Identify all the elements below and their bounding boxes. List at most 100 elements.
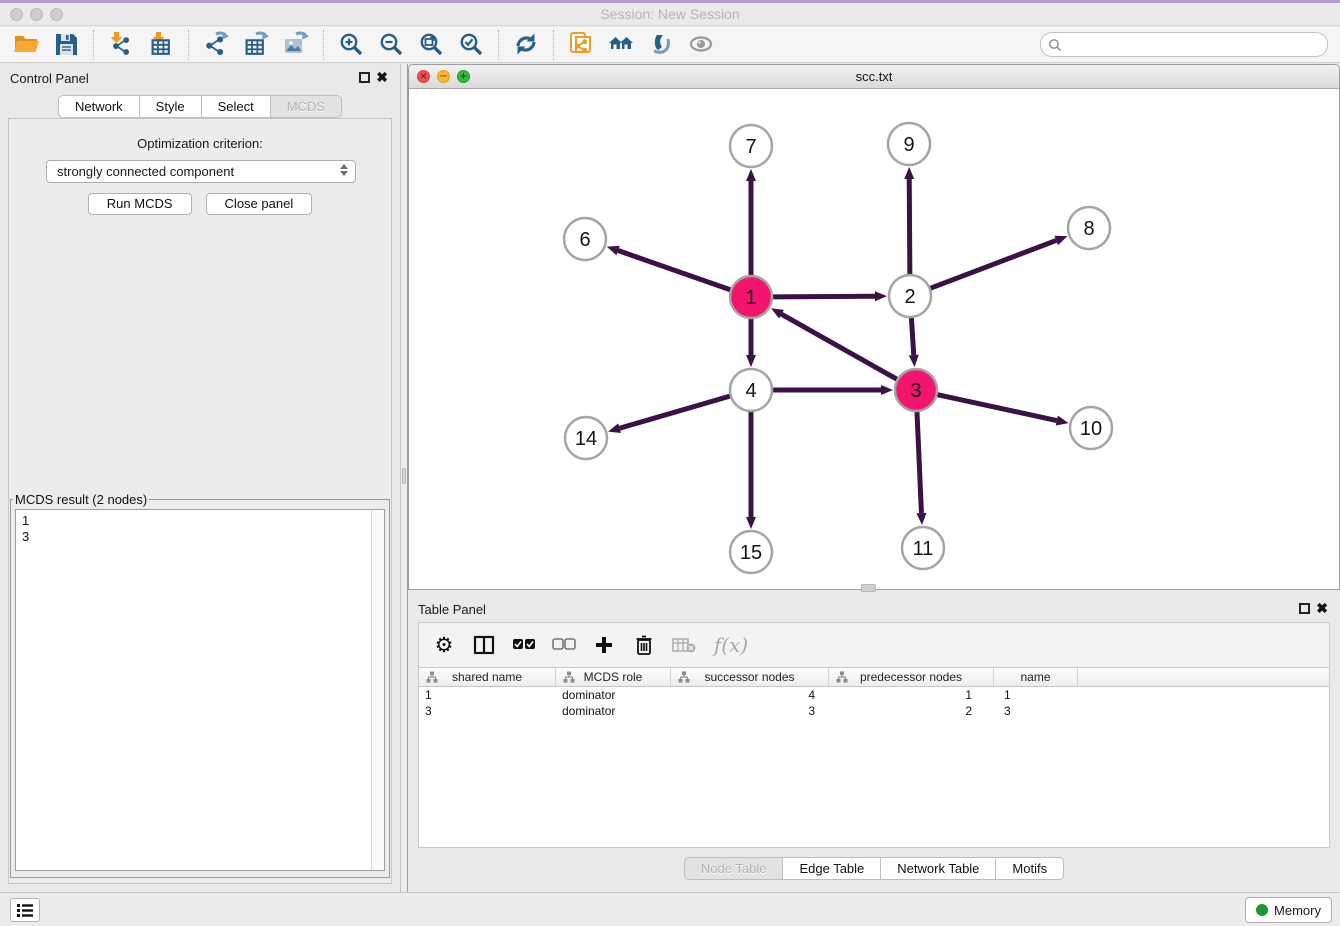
home-network-icon xyxy=(608,31,635,58)
control-panel-tabs: NetworkStyleSelectMCDS xyxy=(0,95,400,118)
table-cell[interactable]: 3 xyxy=(419,703,556,719)
export-table-button[interactable] xyxy=(236,29,276,61)
zoom-out-button[interactable] xyxy=(371,29,411,61)
tab-motifs[interactable]: Motifs xyxy=(996,857,1064,880)
table-cell[interactable]: dominator xyxy=(556,703,671,719)
open-session-button[interactable] xyxy=(6,29,46,61)
network-canvas[interactable]: 1 2 3 4 6 7 8 9 10 11 14 15 xyxy=(409,89,1339,589)
zoom-in-button[interactable] xyxy=(331,29,371,61)
export-network-button[interactable] xyxy=(196,29,236,61)
graph-edge-2-8[interactable] xyxy=(931,240,1057,288)
table-cell[interactable]: 1 xyxy=(419,687,556,703)
show-details-eye-button[interactable] xyxy=(681,29,721,61)
graph-node-11[interactable]: 11 xyxy=(902,527,944,569)
graph-edge-1-2[interactable] xyxy=(773,296,875,297)
graph-edge-3-1[interactable] xyxy=(781,314,896,379)
graph-node-4[interactable]: 4 xyxy=(730,369,772,411)
function-builder-button[interactable]: f(x) xyxy=(711,632,751,658)
float-panel-icon[interactable] xyxy=(359,72,370,83)
graph-node-3[interactable]: 3 xyxy=(895,369,937,411)
panel-divider[interactable] xyxy=(400,64,408,892)
column-header-shared-name[interactable]: shared name xyxy=(419,668,556,686)
graph-node-7[interactable]: 7 xyxy=(730,125,772,167)
delete-column-button[interactable] xyxy=(631,632,657,658)
table-settings-button[interactable]: ⚙ xyxy=(431,632,457,658)
column-header-MCDS-role[interactable]: MCDS role xyxy=(556,668,671,686)
task-history-button[interactable] xyxy=(10,898,40,922)
criterion-dropdown[interactable]: strongly connected component xyxy=(46,160,356,183)
graph-edge-2-3[interactable] xyxy=(911,318,913,355)
tab-edge-table[interactable]: Edge Table xyxy=(783,857,881,880)
select-all-button[interactable] xyxy=(511,632,537,658)
mcds-result-title: MCDS result (2 nodes) xyxy=(13,492,149,507)
graph-node-9[interactable]: 9 xyxy=(888,123,930,165)
table-cell[interactable]: 3 xyxy=(994,703,1078,719)
clone-network-button[interactable] xyxy=(561,29,601,61)
tab-mcds[interactable]: MCDS xyxy=(271,95,342,118)
column-header-label: predecessor nodes xyxy=(860,670,962,684)
float-table-panel-icon[interactable] xyxy=(1299,603,1310,614)
graph-edge-2-9[interactable] xyxy=(909,179,910,274)
graph-node-14[interactable]: 14 xyxy=(565,417,607,459)
graph-edge-3-10[interactable] xyxy=(937,395,1056,421)
network-graph[interactable]: 1 2 3 4 6 7 8 9 10 11 14 15 xyxy=(409,89,1339,589)
table-row[interactable]: 3dominator323 xyxy=(419,703,1329,719)
close-panel-button[interactable]: Close panel xyxy=(206,193,313,215)
table-cell[interactable]: dominator xyxy=(556,687,671,703)
mcds-scrollbar[interactable] xyxy=(371,510,384,870)
tab-node-table[interactable]: Node Table xyxy=(684,857,784,880)
svg-text:9: 9 xyxy=(903,134,914,156)
tab-select[interactable]: Select xyxy=(202,95,271,118)
table-cell[interactable]: 1 xyxy=(829,687,994,703)
graph-edge-4-14[interactable] xyxy=(620,396,730,428)
zoom-fit-button[interactable] xyxy=(411,29,451,61)
table-cell[interactable]: 3 xyxy=(671,703,829,719)
export-image-button[interactable] xyxy=(276,29,316,61)
style-swoosh-button[interactable] xyxy=(641,29,681,61)
table-cell[interactable]: 1 xyxy=(994,687,1078,703)
horizontal-divider-grip[interactable] xyxy=(861,584,876,592)
import-network-button[interactable] xyxy=(101,29,141,61)
zoom-selected-button[interactable] xyxy=(451,29,491,61)
status-bar: Memory xyxy=(0,892,1340,926)
apply-layout-button[interactable] xyxy=(506,29,546,61)
table-tabs: Node TableEdge TableNetwork TableMotifs xyxy=(408,857,1340,880)
divider-grip[interactable] xyxy=(402,468,406,484)
tab-network-table[interactable]: Network Table xyxy=(881,857,996,880)
column-header-successor-nodes[interactable]: successor nodes xyxy=(671,668,829,686)
mcds-result-area[interactable]: 1 3 xyxy=(15,509,385,871)
show-details-eye-icon xyxy=(688,31,715,58)
graph-edge-3-11[interactable] xyxy=(917,412,921,513)
home-network-button[interactable] xyxy=(601,29,641,61)
column-header-name[interactable]: name xyxy=(994,668,1078,686)
add-column-button[interactable] xyxy=(591,632,617,658)
graph-node-15[interactable]: 15 xyxy=(730,531,772,573)
graph-edge-1-6[interactable] xyxy=(618,251,730,290)
search-input[interactable] xyxy=(1062,35,1327,55)
run-mcds-button[interactable]: Run MCDS xyxy=(88,193,192,215)
save-session-button[interactable] xyxy=(46,29,86,61)
table-cell[interactable]: 2 xyxy=(829,703,994,719)
column-browser-button[interactable] xyxy=(471,632,497,658)
toolbar-divider xyxy=(498,30,499,60)
network-titlebar[interactable]: × − + scc.txt xyxy=(409,65,1339,89)
delete-table-button[interactable] xyxy=(671,632,697,658)
column-header-predecessor-nodes[interactable]: predecessor nodes xyxy=(829,668,994,686)
tab-network[interactable]: Network xyxy=(58,95,140,118)
table-row[interactable]: 1dominator411 xyxy=(419,687,1329,703)
table-cell[interactable]: 4 xyxy=(671,687,829,703)
graph-node-8[interactable]: 8 xyxy=(1068,207,1110,249)
deselect-all-button[interactable] xyxy=(551,632,577,658)
node-table: shared nameMCDS rolesuccessor nodes prede… xyxy=(418,667,1330,848)
graph-node-2[interactable]: 2 xyxy=(889,275,931,317)
graph-node-10[interactable]: 10 xyxy=(1070,407,1112,449)
close-table-panel-icon[interactable]: ✖ xyxy=(1316,600,1328,616)
graph-node-6[interactable]: 6 xyxy=(564,218,606,260)
close-panel-icon[interactable]: ✖ xyxy=(376,69,388,85)
search-field[interactable] xyxy=(1040,32,1328,57)
graph-node-1[interactable]: 1 xyxy=(730,276,772,318)
import-table-button[interactable] xyxy=(141,29,181,61)
tab-style[interactable]: Style xyxy=(140,95,202,118)
memory-button[interactable]: Memory xyxy=(1245,897,1332,923)
dropdown-stepper-icon xyxy=(340,164,348,176)
